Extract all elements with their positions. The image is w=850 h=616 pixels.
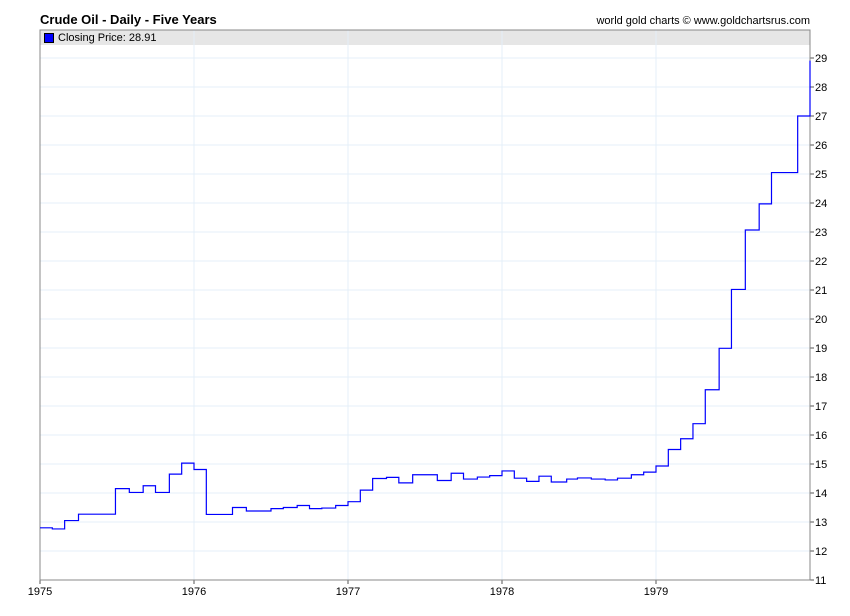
y-tick-label: 11 <box>815 575 826 587</box>
y-tick-label: 17 <box>815 401 827 413</box>
y-tick-label: 28 <box>815 82 827 94</box>
y-tick-label: 22 <box>815 256 827 268</box>
legend: Closing Price: 28.91 <box>44 32 156 44</box>
plot-background <box>40 30 810 580</box>
x-tick-label: 1975 <box>28 586 52 598</box>
y-tick-label: 18 <box>815 372 827 384</box>
y-tick-label: 25 <box>815 169 827 181</box>
x-tick-label: 1979 <box>644 586 668 598</box>
y-tick-label: 20 <box>815 314 827 326</box>
y-tick-label: 13 <box>815 517 827 529</box>
chart-container: Crude Oil - Daily - Five Years world gol… <box>0 0 850 616</box>
y-tick-label: 19 <box>815 343 827 355</box>
y-tick-label: 29 <box>815 53 827 65</box>
y-tick-label: 23 <box>815 227 827 239</box>
chart-plot: 11 12 13 14 15 16 17 18 19 20 21 22 23 24 25 26 27 28 29 19… <box>28 29 827 598</box>
x-tick-label: 1978 <box>490 586 514 598</box>
x-tick-label: 1977 <box>336 586 360 598</box>
y-tick-label: 12 <box>815 546 827 558</box>
x-tick-label: 1976 <box>182 586 206 598</box>
y-tick-label: 24 <box>815 198 827 210</box>
y-tick-label: 14 <box>815 488 827 500</box>
legend-swatch <box>44 33 54 43</box>
y-tick-label: 26 <box>815 140 827 152</box>
legend-label: Closing Price: 28.91 <box>58 32 157 44</box>
y-tick-label: 27 <box>815 111 827 123</box>
y-tick-label: 21 <box>815 285 827 297</box>
y-tick-label: 15 <box>815 459 827 471</box>
y-tick-label: 16 <box>815 430 827 442</box>
